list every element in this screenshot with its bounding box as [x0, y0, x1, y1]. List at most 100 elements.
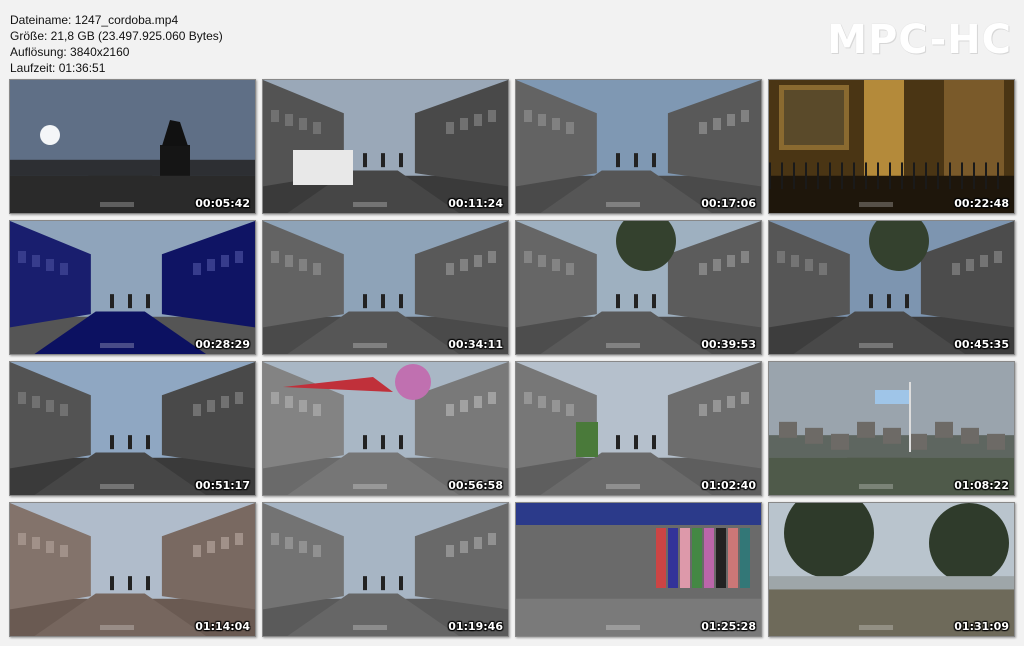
channel-watermark [353, 202, 387, 207]
building-window [18, 251, 26, 263]
skyline-building [779, 421, 797, 438]
thumbnail-timestamp: 00:28:29 [195, 338, 250, 351]
flag-pole [909, 382, 911, 452]
channel-watermark [606, 625, 640, 630]
thumbnail-timestamp: 00:22:48 [954, 197, 1009, 210]
thumbnail-frame: 00:34:11 [262, 220, 509, 355]
iron-railing-bar [901, 162, 903, 190]
channel-watermark [100, 343, 134, 348]
building-window [46, 541, 54, 553]
skyline-building [909, 433, 927, 450]
building-window [313, 545, 321, 557]
pedestrian [363, 435, 367, 450]
painting-canvas [784, 90, 844, 145]
building-window [285, 396, 293, 408]
skyline-building [935, 421, 953, 438]
pedestrian [399, 435, 403, 450]
thumbnail-timestamp: 01:02:40 [701, 479, 756, 492]
building-window [566, 122, 574, 134]
thumbnail-image [769, 362, 1014, 495]
building-window [446, 404, 454, 416]
building-window [299, 541, 307, 553]
tree-canopy [929, 503, 1009, 583]
iron-railing-bar [865, 162, 867, 190]
building-window [460, 541, 468, 553]
pedestrian [381, 294, 385, 309]
building-window [32, 537, 40, 549]
building-window [207, 259, 215, 271]
building-window [741, 392, 749, 404]
thumbnail-timestamp: 01:31:09 [954, 620, 1009, 633]
building-window [791, 255, 799, 267]
pedestrian [128, 435, 132, 450]
building-window [713, 400, 721, 412]
building-window [727, 255, 735, 267]
thumbnail-image [263, 80, 508, 213]
building-window [538, 255, 546, 267]
building-window [18, 392, 26, 404]
iron-railing-bar [781, 162, 783, 190]
building-window [524, 110, 532, 122]
thumbnail-image [516, 503, 761, 636]
thumbnail-timestamp: 00:17:06 [701, 197, 756, 210]
building-window [552, 259, 560, 271]
sun-glare [40, 125, 60, 145]
thumbnail-image [769, 80, 1014, 213]
building-window [193, 545, 201, 557]
pedestrian [616, 294, 620, 309]
thumbnail-image [10, 503, 255, 636]
thumbnail-frame: 01:31:09 [768, 502, 1015, 637]
thumbnail-image [10, 80, 255, 213]
skyline-building [857, 421, 875, 438]
building-window [488, 251, 496, 263]
building-window [313, 404, 321, 416]
iron-railing-bar [925, 162, 927, 190]
building-window [460, 118, 468, 130]
thumbnail-timestamp: 00:05:42 [195, 197, 250, 210]
thumbnail-image [10, 221, 255, 354]
pedestrian [634, 294, 638, 309]
pedestrian [146, 576, 150, 591]
thumbnail-image [516, 80, 761, 213]
building-window [18, 533, 26, 545]
pedestrian [381, 576, 385, 591]
building-window [235, 533, 243, 545]
skyline-building [961, 427, 979, 444]
thumbnail-frame: 01:19:46 [262, 502, 509, 637]
building-window [474, 114, 482, 126]
scene-skyline [10, 159, 255, 176]
thumbnail-frame: 00:39:53 [515, 220, 762, 355]
thumbnail-image [10, 362, 255, 495]
building-window [552, 118, 560, 130]
hanging-clothes [680, 528, 690, 588]
channel-watermark [606, 343, 640, 348]
iron-railing-bar [973, 162, 975, 190]
channel-watermark [606, 484, 640, 489]
flag [875, 390, 909, 404]
channel-watermark [353, 484, 387, 489]
market-canopy [516, 503, 761, 525]
thumbnail-frame: 00:51:17 [9, 361, 256, 496]
thumbnail-timestamp: 00:45:35 [954, 338, 1009, 351]
iron-railing-bar [961, 162, 963, 190]
building-window [699, 122, 707, 134]
pedestrian [399, 153, 403, 168]
thumbnail-frame: 00:11:24 [262, 79, 509, 214]
thumbnail-timestamp: 00:51:17 [195, 479, 250, 492]
pedestrian [146, 294, 150, 309]
pedestrian [381, 153, 385, 168]
building-window [446, 263, 454, 275]
pedestrian [110, 435, 114, 450]
pedestrian [652, 294, 656, 309]
thumbnail-timestamp: 00:11:24 [448, 197, 503, 210]
building-window [271, 392, 279, 404]
hanging-clothes [692, 528, 702, 588]
building-window [299, 259, 307, 271]
channel-watermark [606, 202, 640, 207]
building-window [460, 259, 468, 271]
building-window [60, 545, 68, 557]
building-window [713, 259, 721, 271]
building-window [460, 400, 468, 412]
file-name-label: Dateiname: 1247_cordoba.mp4 [10, 13, 179, 27]
thumbnail-frame: 00:56:58 [262, 361, 509, 496]
